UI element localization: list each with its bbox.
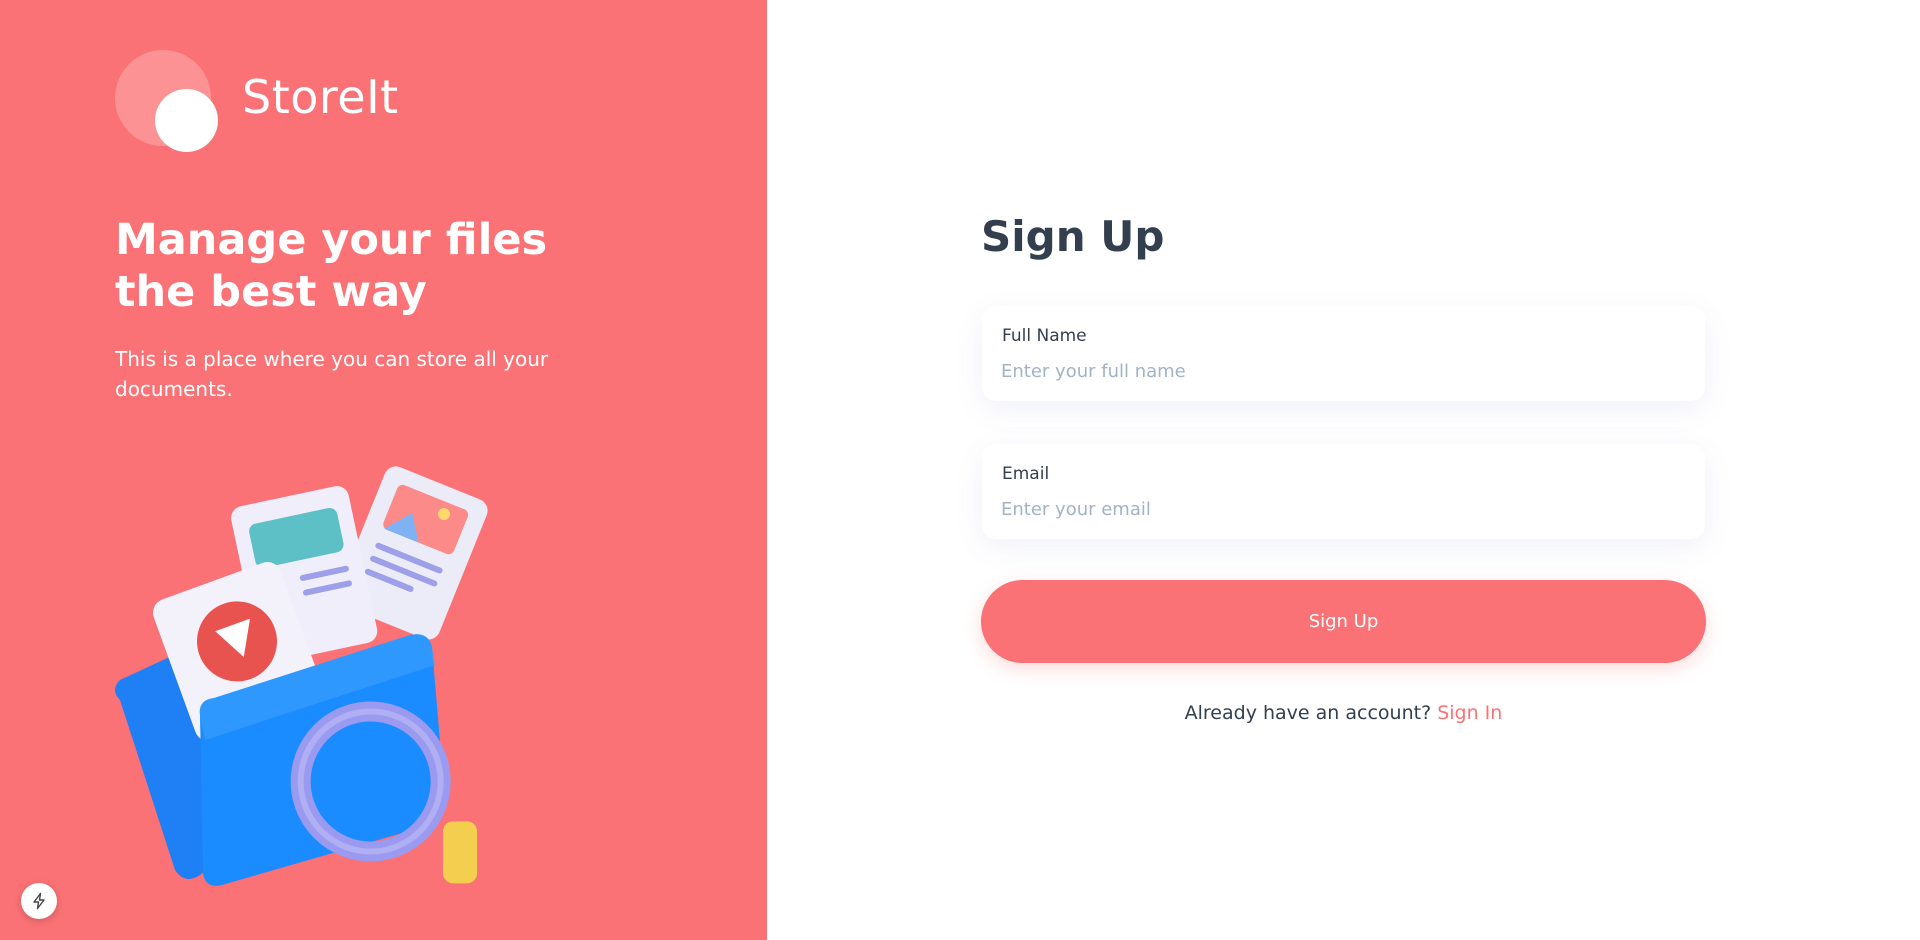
email-input[interactable] xyxy=(1001,494,1681,524)
files-folder-illustration xyxy=(115,466,488,886)
sign-in-prompt: Already have an account? Sign In xyxy=(981,702,1706,724)
sign-in-link[interactable]: Sign In xyxy=(1437,702,1502,724)
lightning-bolt-icon[interactable] xyxy=(21,883,57,919)
email-field[interactable]: Email xyxy=(982,444,1705,539)
auth-panel: Sign Up Full Name Email Sign Up Already … xyxy=(767,0,1920,940)
hero-subtext: This is a place where you can store all … xyxy=(115,347,549,401)
brand-panel: StoreIt Manage your files the best way T… xyxy=(0,0,767,940)
hero-headline: Manage your files the best way xyxy=(115,215,548,317)
full-name-field[interactable]: Full Name xyxy=(982,306,1705,401)
full-name-label: Full Name xyxy=(1002,326,1087,346)
form-title: Sign Up xyxy=(981,212,1165,261)
email-label: Email xyxy=(1002,464,1050,484)
sign-in-prompt-text: Already have an account? xyxy=(1184,702,1432,724)
logo: StoreIt xyxy=(115,50,435,154)
logo-mark-front xyxy=(155,89,218,152)
sign-up-button[interactable]: Sign Up xyxy=(981,580,1706,663)
full-name-input[interactable] xyxy=(1001,356,1681,386)
logo-text: StoreIt xyxy=(242,70,399,124)
